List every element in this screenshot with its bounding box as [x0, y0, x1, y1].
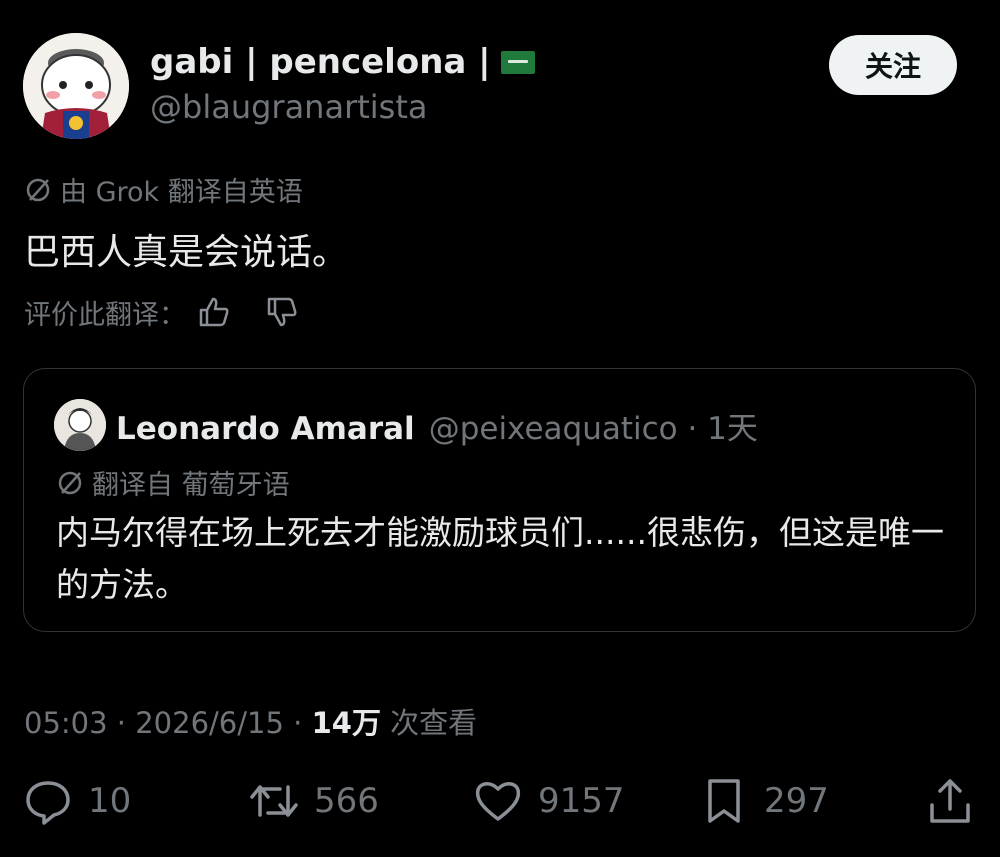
retweet-button[interactable]: 566	[248, 775, 379, 827]
quote-translation-note: 翻译自 葡萄牙语	[56, 463, 290, 502]
like-button[interactable]: 9157	[472, 775, 625, 827]
translation-note: 由 Grok 翻译自英语	[24, 170, 303, 209]
author-avatar[interactable]	[23, 33, 129, 139]
thumbs-down-icon[interactable]	[262, 292, 302, 332]
translation-note-text: 由 Grok 翻译自英语	[60, 177, 303, 208]
author-name-line[interactable]: gabi | pencelona |	[150, 42, 535, 82]
quote-text: 内马尔得在场上死去才能激励球员们......很悲伤，但这是唯一的方法。	[56, 513, 944, 604]
action-bar: 10 566 9157 297	[0, 775, 1000, 835]
quote-author-meta[interactable]: @peixeaquatico · 1天	[429, 403, 758, 448]
quote-translation-note-text: 翻译自 葡萄牙语	[92, 470, 290, 501]
quote-author-name[interactable]: Leonardo Amaral	[116, 411, 415, 447]
quote-header: Leonardo Amaral @peixeaquatico · 1天	[116, 403, 758, 448]
tweet-timestamp: 05:03 · 2026/6/15 · 14万 次查看	[24, 700, 477, 742]
reply-button[interactable]: 10	[22, 775, 131, 827]
rate-translation-row: 评价此翻译：	[24, 292, 302, 332]
timestamp-time[interactable]: 05:03 · 2026/6/15 ·	[24, 706, 312, 740]
tweet-text: 巴西人真是会说话。	[24, 232, 349, 273]
bookmark-icon	[708, 779, 740, 823]
follow-button[interactable]: 关注	[829, 35, 957, 95]
author-display-name[interactable]: gabi | pencelona |	[150, 42, 491, 82]
translate-slash-icon	[58, 471, 82, 494]
view-count: 14万	[311, 706, 381, 740]
bookmark-count: 297	[764, 781, 829, 821]
retweet-count: 566	[314, 781, 379, 821]
thumbs-up-icon[interactable]	[194, 292, 234, 332]
retweet-icon	[250, 785, 298, 817]
rate-translation-label: 评价此翻译：	[24, 299, 186, 331]
cartoon-avatar-icon	[54, 399, 106, 451]
quoted-tweet[interactable]: Leonardo Amaral @peixeaquatico · 1天 翻译自 …	[23, 368, 976, 632]
cartoon-avatar-icon	[23, 33, 129, 139]
saudi-flag-icon	[500, 50, 535, 74]
reply-icon	[26, 781, 70, 825]
quote-author-avatar[interactable]	[54, 399, 106, 451]
like-count: 9157	[538, 781, 625, 821]
share-button[interactable]	[924, 775, 976, 827]
heart-icon	[475, 782, 521, 821]
translate-slash-icon	[26, 178, 50, 201]
reply-count: 10	[88, 781, 132, 821]
view-count-suffix: 次查看	[380, 706, 478, 740]
author-handle[interactable]: @blaugranartista	[150, 88, 427, 126]
bookmark-button[interactable]: 297	[698, 775, 829, 827]
share-icon	[930, 779, 970, 823]
